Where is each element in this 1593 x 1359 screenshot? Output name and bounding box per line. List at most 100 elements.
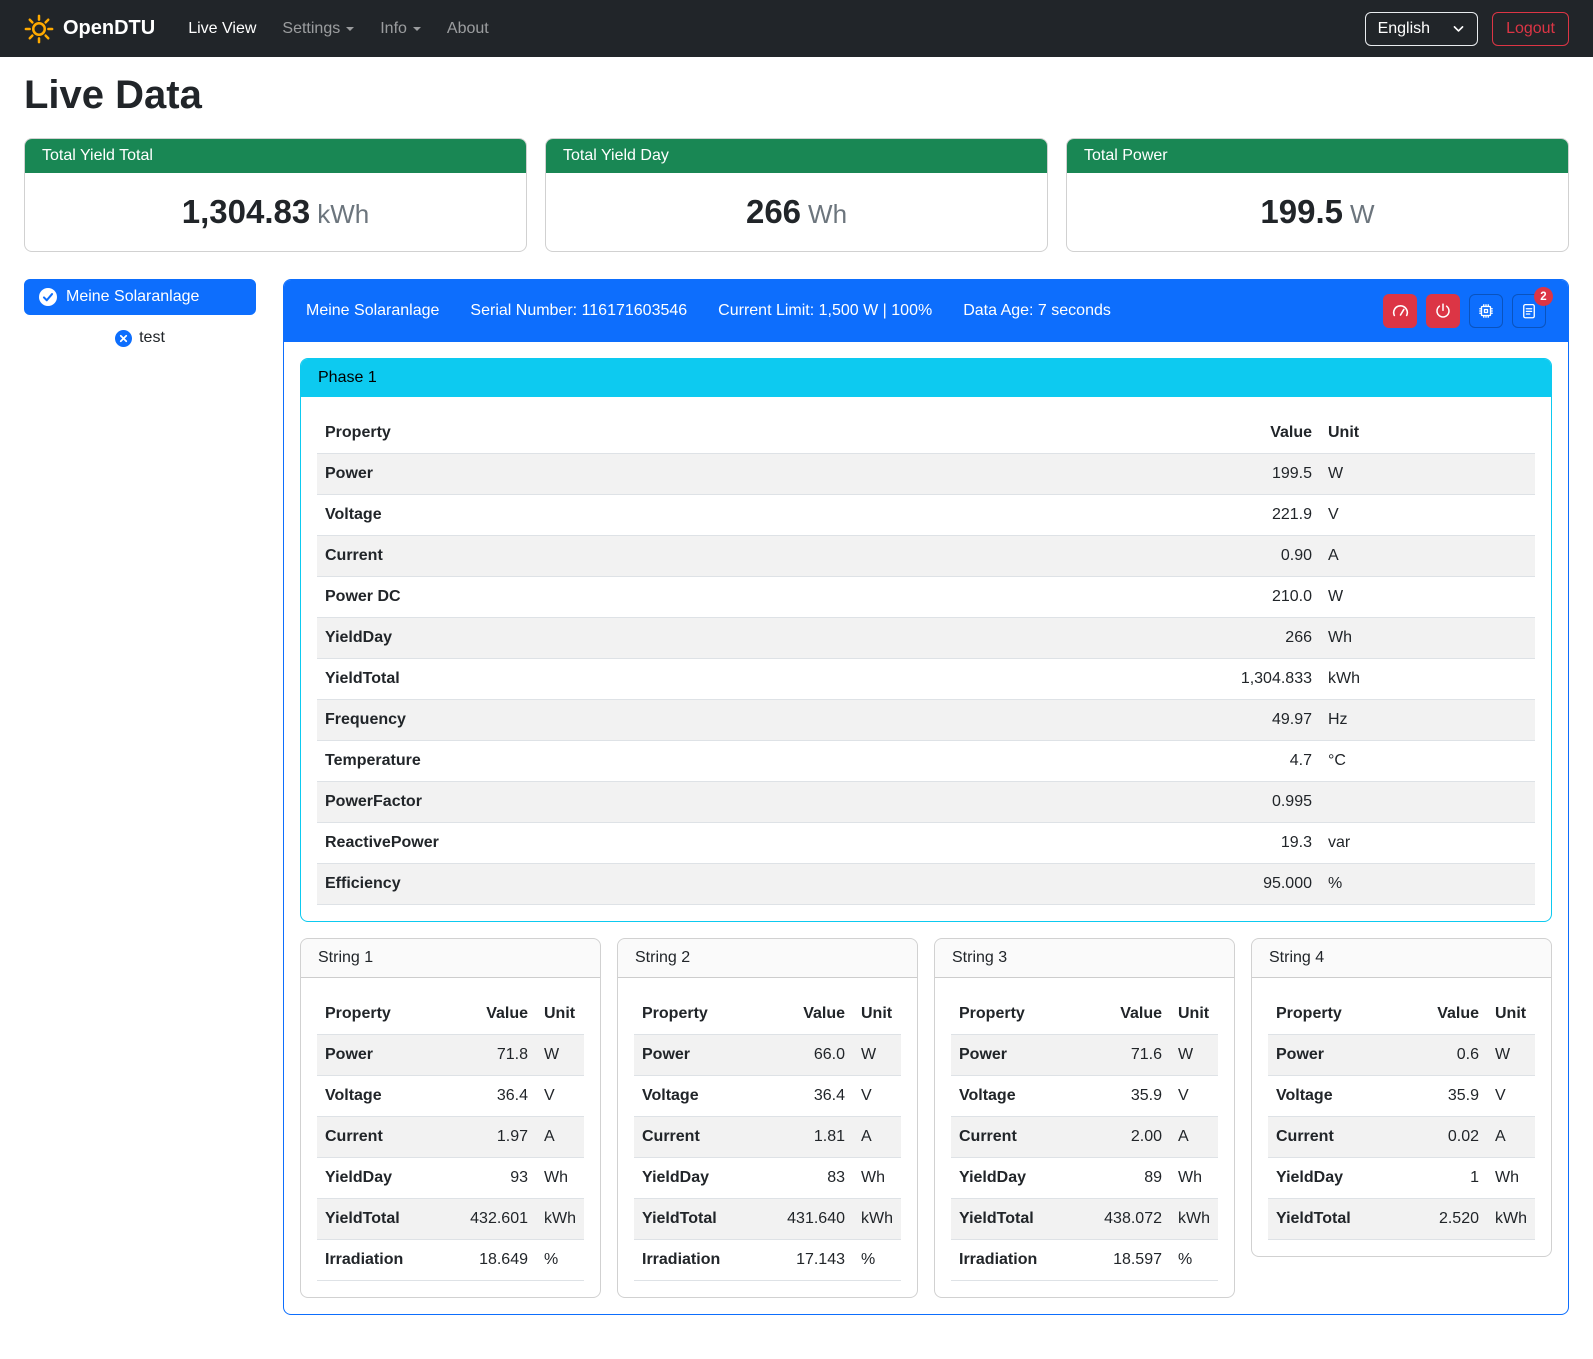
phase-table-body: Power199.5WVoltage221.9VCurrent0.90APowe… — [317, 454, 1535, 905]
journal-text-icon — [1520, 302, 1538, 320]
unit-cell: W — [1487, 1035, 1535, 1076]
x-circle-icon — [115, 330, 132, 347]
column-header-unit: Unit — [853, 994, 901, 1035]
value-cell: 1.81 — [757, 1117, 853, 1158]
unit-cell: V — [1320, 495, 1535, 536]
value-cell: 4.7 — [917, 741, 1320, 782]
inverter-sidebar: Meine Solaranlage test — [24, 279, 256, 348]
unit-cell: kWh — [853, 1199, 901, 1240]
inverter-card-body: Phase 1 Property Value Unit — [284, 342, 1568, 1314]
table-row: Voltage36.4V — [634, 1076, 901, 1117]
property-cell: Current — [1268, 1117, 1402, 1158]
property-cell: Voltage — [317, 495, 917, 536]
inverter-selected-button[interactable]: Meine Solaranlage — [24, 279, 256, 315]
table-header-row: Property Value Unit — [317, 413, 1535, 454]
table-row: ReactivePower19.3var — [317, 823, 1535, 864]
value-cell: 199.5 — [917, 454, 1320, 495]
limit-settings-button[interactable] — [1383, 294, 1417, 328]
inverter-limit: Current Limit: 1,500 W | 100% — [718, 302, 932, 320]
string-card: String 1 Property Value Unit Power71.8WV… — [300, 938, 601, 1298]
column-header-property: Property — [317, 413, 917, 454]
content-row: Meine Solaranlage test Meine Solaranlage… — [24, 279, 1569, 1333]
value-cell: 71.6 — [1074, 1035, 1170, 1076]
inverter-card-header: Meine Solaranlage Serial Number: 1161716… — [284, 280, 1568, 342]
summary-card-title: Total Yield Total — [25, 139, 526, 173]
nav-link-info[interactable]: Info — [367, 12, 434, 46]
unit-cell: V — [853, 1076, 901, 1117]
property-cell: ReactivePower — [317, 823, 917, 864]
cpu-icon — [1477, 302, 1495, 320]
value-cell: 210.0 — [917, 577, 1320, 618]
nav-link-live-view[interactable]: Live View — [175, 12, 269, 46]
table-row: Frequency49.97Hz — [317, 700, 1535, 741]
unit-cell: V — [1170, 1076, 1218, 1117]
logout-button[interactable]: Logout — [1492, 12, 1569, 46]
property-cell: Voltage — [951, 1076, 1074, 1117]
value-cell: 1,304.833 — [917, 659, 1320, 700]
device-info-button[interactable] — [1469, 294, 1503, 328]
value-cell: 35.9 — [1402, 1076, 1487, 1117]
summary-unit: kWh — [317, 199, 369, 229]
value-cell: 71.8 — [440, 1035, 536, 1076]
nav-link-settings[interactable]: Settings — [269, 12, 367, 46]
property-cell: Power — [951, 1035, 1074, 1076]
table-row: YieldTotal438.072kWh — [951, 1199, 1218, 1240]
total-power-card: Total Power 199.5W — [1066, 138, 1569, 252]
property-cell: YieldTotal — [951, 1199, 1074, 1240]
table-row: YieldDay83Wh — [634, 1158, 901, 1199]
column-header-unit: Unit — [1487, 994, 1535, 1035]
property-cell: Current — [951, 1117, 1074, 1158]
value-cell: 221.9 — [917, 495, 1320, 536]
total-yield-day-card: Total Yield Day 266Wh — [545, 138, 1048, 252]
chevron-down-icon — [413, 27, 421, 31]
property-cell: Current — [317, 536, 917, 577]
chevron-down-icon — [1452, 22, 1465, 35]
table-row: Power71.6W — [951, 1035, 1218, 1076]
table-row: YieldTotal431.640kWh — [634, 1199, 901, 1240]
value-cell: 36.4 — [757, 1076, 853, 1117]
string-card-body: Property Value Unit Power71.6WVoltage35.… — [935, 978, 1234, 1297]
unit-cell: V — [536, 1076, 584, 1117]
table-row: Irradiation17.143% — [634, 1240, 901, 1281]
language-select[interactable]: English — [1365, 12, 1478, 46]
unit-cell: °C — [1320, 741, 1535, 782]
table-row: Current2.00A — [951, 1117, 1218, 1158]
nav-links: Live View Settings Info About — [175, 12, 1364, 46]
table-row: YieldTotal432.601kWh — [317, 1199, 584, 1240]
inverter-option-test[interactable]: test — [109, 328, 171, 348]
value-cell: 0.6 — [1402, 1035, 1487, 1076]
string-table: Property Value Unit Power71.6WVoltage35.… — [951, 994, 1218, 1281]
table-header-row: Property Value Unit — [951, 994, 1218, 1035]
property-cell: YieldTotal — [1268, 1199, 1402, 1240]
value-cell: 93 — [440, 1158, 536, 1199]
property-cell: YieldDay — [317, 1158, 440, 1199]
sun-icon — [24, 14, 54, 44]
property-cell: Power DC — [317, 577, 917, 618]
summary-row: Total Yield Total 1,304.83kWh Total Yiel… — [24, 138, 1569, 252]
unit-cell — [1320, 782, 1535, 823]
brand[interactable]: OpenDTU — [24, 14, 155, 44]
column-header-property: Property — [317, 994, 440, 1035]
value-cell: 0.90 — [917, 536, 1320, 577]
nav-link-about[interactable]: About — [434, 12, 502, 46]
power-control-button[interactable] — [1426, 294, 1460, 328]
table-row: Power71.8W — [317, 1035, 584, 1076]
summary-value: 1,304.83 — [182, 193, 310, 230]
summary-unit: Wh — [808, 199, 847, 229]
phase-card: Phase 1 Property Value Unit — [300, 358, 1552, 922]
page-title: Live Data — [24, 73, 1569, 118]
nav-right: English Logout — [1365, 12, 1569, 46]
table-header-row: Property Value Unit — [317, 994, 584, 1035]
column-header-value: Value — [1402, 994, 1487, 1035]
chevron-down-icon — [346, 27, 354, 31]
total-yield-total-card: Total Yield Total 1,304.83kWh — [24, 138, 527, 252]
inverter-actions: 2 — [1383, 294, 1546, 328]
event-log-button[interactable]: 2 — [1512, 294, 1546, 328]
phase-card-title: Phase 1 — [301, 359, 1551, 397]
property-cell: Temperature — [317, 741, 917, 782]
summary-card-body: 199.5W — [1067, 173, 1568, 251]
column-header-unit: Unit — [1320, 413, 1535, 454]
summary-card-title: Total Yield Day — [546, 139, 1047, 173]
column-header-property: Property — [951, 994, 1074, 1035]
string-card-title: String 3 — [935, 939, 1234, 978]
